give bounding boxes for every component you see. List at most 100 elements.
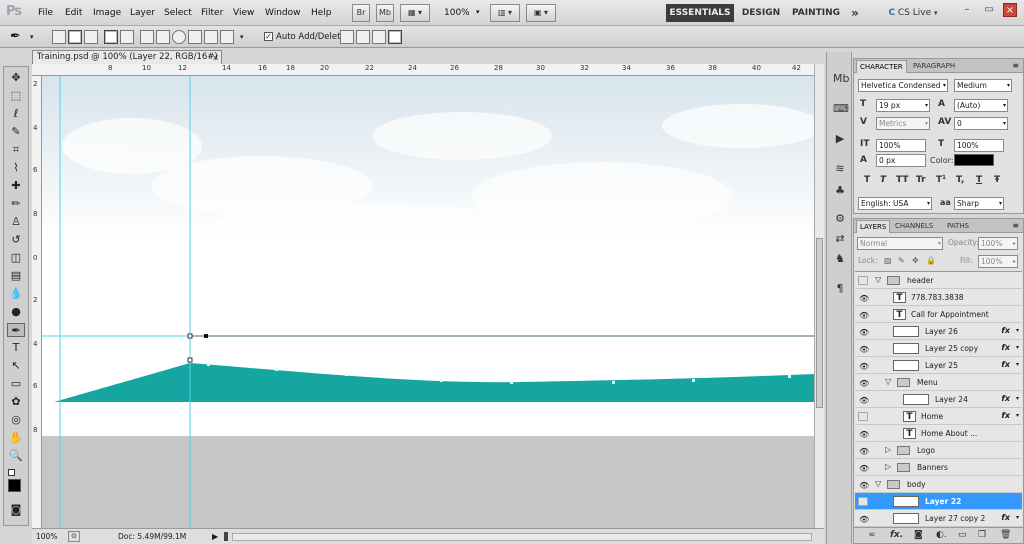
path-anchor-point[interactable]: [187, 357, 193, 363]
ellipse-shape-icon[interactable]: [172, 30, 186, 44]
layer-group-row[interactable]: 👁 ▽ Menu: [855, 374, 1022, 391]
intersect-path-areas-icon[interactable]: [372, 30, 386, 44]
fill-pixels-icon[interactable]: [84, 30, 98, 44]
link-layers-icon[interactable]: ∞: [868, 530, 876, 540]
healing-brush-tool-icon[interactable]: ✚: [7, 179, 25, 193]
zoom-dropdown-icon[interactable]: ▾: [476, 8, 480, 16]
subtract-path-area-icon[interactable]: [356, 30, 370, 44]
marquee-tool-icon[interactable]: ⬚: [7, 89, 25, 103]
superscript-button[interactable]: T¹: [936, 175, 946, 185]
baseline-shift-field[interactable]: 0 px: [876, 154, 926, 167]
effects-dropdown-icon[interactable]: ▾: [1016, 412, 1019, 419]
font-style-select[interactable]: Medium ▾: [954, 79, 1012, 92]
font-family-select[interactable]: Helvetica Condensed ▾: [858, 79, 948, 92]
blur-tool-icon[interactable]: 💧: [7, 287, 25, 301]
close-window-icon[interactable]: ×: [1003, 3, 1017, 17]
dodge-tool-icon[interactable]: ●: [7, 305, 25, 319]
layer-row[interactable]: T Home fx ▾: [855, 408, 1022, 425]
visibility-eye-icon[interactable]: 👁: [858, 395, 869, 405]
layer-row[interactable]: 👁 Layer 24 fx ▾: [855, 391, 1022, 408]
adjustments-panel-icon[interactable]: ⚙: [833, 212, 847, 226]
quick-mask-icon[interactable]: ◙: [7, 503, 25, 517]
layer-group-row[interactable]: ▽ header: [855, 272, 1022, 289]
eraser-tool-icon[interactable]: ◫: [7, 251, 25, 265]
layer-row[interactable]: 👁 T Call for Appointment: [855, 306, 1022, 323]
layer-mask-icon[interactable]: ◙: [914, 530, 923, 540]
visibility-eye-icon[interactable]: 👁: [858, 293, 869, 303]
blend-mode-select[interactable]: Normal ▾: [857, 237, 943, 250]
text-color-swatch[interactable]: [954, 154, 994, 166]
layers-panel-menu-icon[interactable]: ≡: [1012, 221, 1019, 230]
small-caps-button[interactable]: Tr: [916, 175, 926, 185]
visibility-eye-icon[interactable]: 👁: [858, 310, 869, 320]
bridge-button[interactable]: Br: [352, 4, 370, 22]
rounded-rectangle-icon[interactable]: [156, 30, 170, 44]
3d-rotate-tool-icon[interactable]: ✿: [7, 395, 25, 409]
layer-row[interactable]: 👁 Layer 26 fx ▾: [855, 323, 1022, 340]
layer-group-row[interactable]: 👁 ▽ body: [855, 476, 1022, 493]
menu-select[interactable]: Select: [164, 8, 192, 18]
tool-preset-dropdown-icon[interactable]: ▾: [30, 33, 34, 41]
masks-panel-icon[interactable]: ⇄: [833, 232, 847, 246]
geometry-options-dropdown-icon[interactable]: ▾: [240, 33, 244, 41]
all-caps-button[interactable]: TT: [896, 175, 909, 185]
tab-channels[interactable]: CHANNELS: [892, 220, 936, 233]
menu-image[interactable]: Image: [93, 8, 121, 18]
history-brush-tool-icon[interactable]: ↺: [7, 233, 25, 247]
status-menu-arrow-icon[interactable]: ▶: [212, 529, 218, 544]
document-tab[interactable]: Training.psd @ 100% (Layer 22, RGB/16#) …: [32, 50, 222, 75]
actions-panel-icon[interactable]: ▶: [833, 132, 847, 146]
visibility-eye-icon[interactable]: 👁: [858, 480, 869, 490]
subscript-button[interactable]: T,: [956, 175, 964, 185]
zoom-level-menu[interactable]: 100%: [444, 8, 470, 18]
language-select[interactable]: English: USA ▾: [858, 197, 932, 210]
horizontal-scrollbar[interactable]: [232, 533, 812, 541]
new-group-icon[interactable]: ▭: [958, 530, 967, 540]
layer-group-row[interactable]: 👁 ▷ Logo: [855, 442, 1022, 459]
history-panel-icon[interactable]: ⌨: [833, 102, 849, 116]
expand-group-icon[interactable]: ▷: [885, 462, 891, 471]
layer-row[interactable]: 👁 T Home About ...: [855, 425, 1022, 442]
bezier-handle-point[interactable]: [204, 334, 208, 338]
visibility-eye-icon[interactable]: [858, 497, 868, 506]
visibility-eye-icon[interactable]: 👁: [858, 514, 869, 524]
3d-orbit-tool-icon[interactable]: ◎: [7, 413, 25, 427]
vertical-scrollbar[interactable]: [814, 64, 824, 528]
crop-tool-icon[interactable]: ⌗: [7, 143, 25, 157]
path-anchor-point[interactable]: [187, 333, 193, 339]
menu-window[interactable]: Window: [265, 8, 301, 18]
pen-tool-icon[interactable]: ✒: [7, 323, 25, 337]
horizontal-ruler[interactable]: 8 10 12 14 16 18 20 22 24 26 28 30 32 34…: [32, 64, 814, 76]
fill-field[interactable]: 100% ▸: [978, 255, 1018, 268]
more-workspaces-icon[interactable]: »: [846, 4, 864, 22]
quick-selection-tool-icon[interactable]: ✎: [7, 125, 25, 139]
tab-layers[interactable]: LAYERS: [856, 220, 891, 233]
effects-dropdown-icon[interactable]: ▾: [1016, 361, 1019, 368]
effects-dropdown-icon[interactable]: ▾: [1016, 327, 1019, 334]
add-to-path-area-icon[interactable]: [340, 30, 354, 44]
vertical-ruler[interactable]: 2 4 6 8 0 2 4 6 8: [32, 76, 42, 528]
lasso-tool-icon[interactable]: ℓ: [7, 107, 25, 121]
path-selection-tool-icon[interactable]: ↖: [7, 359, 25, 373]
antialias-select[interactable]: Sharp ▾: [954, 197, 1004, 210]
gradient-tool-icon[interactable]: ▤: [7, 269, 25, 283]
layer-row[interactable]: 👁 Layer 27 copy 2 fx ▾: [855, 510, 1022, 527]
freeform-pen-icon[interactable]: [120, 30, 134, 44]
zoom-tool-icon[interactable]: 🔍: [7, 449, 25, 463]
collapse-group-icon[interactable]: ▽: [875, 479, 881, 488]
layer-style-fx-icon[interactable]: fx.: [890, 530, 903, 540]
delete-layer-icon[interactable]: 🗑: [1000, 530, 1011, 540]
expand-group-icon[interactable]: ▷: [885, 445, 891, 454]
brush-tool-icon[interactable]: ✏: [7, 197, 25, 211]
lock-position-icon[interactable]: ✥: [912, 256, 919, 265]
layer-row[interactable]: 👁 Layer 25 fx ▾: [855, 357, 1022, 374]
workspace-essentials[interactable]: ESSENTIALS: [666, 4, 734, 22]
layer-group-row[interactable]: 👁 ▷ Banners: [855, 459, 1022, 476]
visibility-eye-icon[interactable]: 👁: [858, 463, 869, 473]
exclude-overlapping-icon[interactable]: [388, 30, 402, 44]
new-layer-icon[interactable]: ❐: [978, 530, 986, 540]
mini-bridge-panel-icon[interactable]: Mb: [833, 72, 849, 86]
effects-dropdown-icon[interactable]: ▾: [1016, 395, 1019, 402]
arrange-documents-button[interactable]: ▥ ▾: [490, 4, 520, 22]
eyedropper-tool-icon[interactable]: ⌇: [7, 161, 25, 175]
